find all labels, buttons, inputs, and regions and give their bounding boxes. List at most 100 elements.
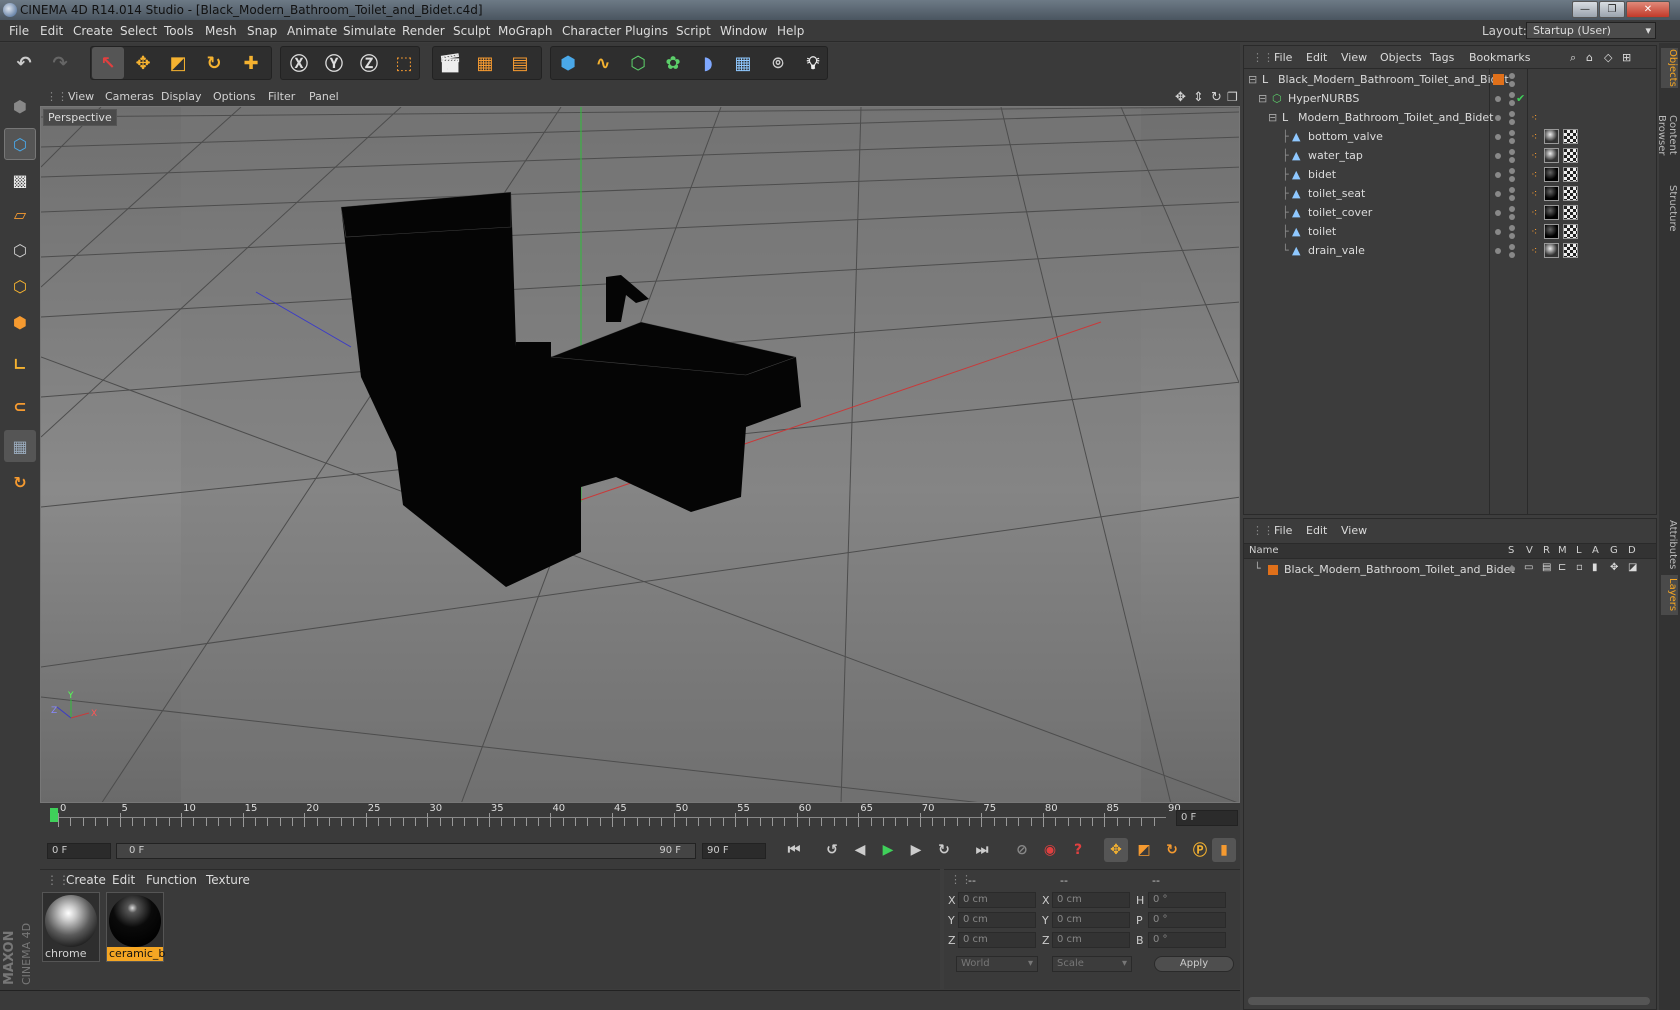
viewport-dolly-icon[interactable]: ⇕ — [1193, 90, 1204, 105]
object-row[interactable]: ├ ▲ bottom_valve ⁖ — [1244, 127, 1656, 147]
coordinate-system-button[interactable]: ⬚ — [388, 47, 420, 79]
deformer-button[interactable]: ◗ — [692, 47, 724, 79]
end-frame-field[interactable]: 90 F — [702, 843, 766, 859]
texture-tag-icon[interactable] — [1563, 243, 1578, 258]
viewport-pan-icon[interactable]: ✥ — [1175, 90, 1186, 105]
polygon-mode-button[interactable]: ⬢ — [4, 306, 36, 338]
go-to-start-button[interactable]: ⏮ — [782, 838, 806, 862]
current-frame-field[interactable]: 0 F — [1176, 810, 1238, 826]
viewport-menu-display[interactable]: Display — [161, 90, 202, 103]
menu-animate[interactable]: Animate — [287, 24, 337, 38]
make-editable-button[interactable]: ⬢ — [4, 90, 36, 122]
material-swatch-ceramic-b[interactable]: ceramic_b — [106, 892, 165, 962]
texture-tag-icon[interactable] — [1563, 205, 1578, 220]
texture-tag-icon[interactable] — [1563, 186, 1578, 201]
object-row[interactable]: ⊟ ᒪ Modern_Bathroom_Toilet_and_Bidet ⁖ — [1244, 108, 1656, 128]
menu-tools[interactable]: Tools — [164, 24, 194, 38]
object-row[interactable]: ├ ▲ toilet_cover ⁖ — [1244, 203, 1656, 223]
render-settings-button[interactable]: ▤ — [504, 47, 536, 79]
tab-content-browser[interactable]: Content Browser — [1656, 95, 1678, 175]
x-axis-lock-button[interactable]: Ⓧ — [283, 47, 315, 79]
key-scale-button[interactable]: ◩ — [1132, 838, 1156, 862]
rot-h-field[interactable]: 0 ° — [1148, 892, 1226, 908]
workplane-mode-button[interactable]: ▱ — [4, 198, 36, 230]
viewport-menu-options[interactable]: Options — [213, 90, 255, 103]
viewport-menu-panel[interactable]: Panel — [309, 90, 339, 103]
material-tag-icon[interactable] — [1544, 148, 1559, 163]
layer-row[interactable]: └ Black_Modern_Bathroom_Toilet_and_Bidet… — [1244, 561, 1656, 579]
key-parameter-button[interactable]: Ⓟ — [1188, 838, 1212, 862]
floor-button[interactable]: ▦ — [727, 47, 759, 79]
texture-tag-icon[interactable] — [1563, 148, 1578, 163]
object-menu-file[interactable]: File — [1274, 51, 1292, 64]
texture-tag-icon[interactable] — [1563, 167, 1578, 182]
material-menu-create[interactable]: Create — [66, 873, 106, 887]
material-menu-texture[interactable]: Texture — [206, 873, 250, 887]
phong-tag-icon[interactable]: ⁖ — [1531, 187, 1537, 200]
size-y-field[interactable]: 0 cm — [1052, 912, 1130, 928]
render-picture-viewer-button[interactable]: ▦ — [469, 47, 501, 79]
phong-tag-icon[interactable]: ⁖ — [1531, 168, 1537, 181]
camera-button[interactable]: ⌾ — [762, 47, 794, 79]
start-frame-field[interactable]: 0 F — [47, 843, 111, 859]
layer-color-swatch[interactable] — [1268, 565, 1278, 575]
layer-render-icon[interactable]: ▤ — [1542, 562, 1551, 573]
layer-menu-edit[interactable]: Edit — [1306, 524, 1327, 537]
object-row[interactable]: ⊟ ⬡ HyperNURBS ✔ — [1244, 89, 1656, 109]
menu-simulate[interactable]: Simulate — [343, 24, 396, 38]
material-tag-icon[interactable] — [1544, 167, 1559, 182]
object-row[interactable]: ├ ▲ bidet ⁖ — [1244, 165, 1656, 185]
redo-button[interactable]: ↷ — [44, 47, 76, 79]
object-menu-objects[interactable]: Objects — [1380, 51, 1422, 64]
timeline-scheme-button[interactable]: ▮ — [1212, 838, 1236, 862]
tab-layers[interactable]: Layers — [1661, 575, 1678, 615]
size-mode-select[interactable]: Scale ▾ — [1052, 956, 1132, 972]
layer-view-icon[interactable]: ▭ — [1524, 562, 1533, 573]
layer-generator-icon[interactable]: ✥ — [1610, 562, 1618, 573]
workplane-lock-button[interactable]: ▦ — [4, 430, 36, 462]
object-menu-tags[interactable]: Tags — [1430, 51, 1454, 64]
layer-deformer-icon[interactable]: ◪ — [1628, 562, 1637, 573]
record-keys-button[interactable]: ⊘ — [1010, 838, 1034, 862]
rotate-tool-button[interactable]: ↻ — [198, 47, 230, 79]
viewport-menu-cameras[interactable]: Cameras — [105, 90, 154, 103]
material-tag-icon[interactable] — [1544, 224, 1559, 239]
tab-structure[interactable]: Structure — [1661, 183, 1678, 233]
layout-select[interactable]: Startup (User) ▾ — [1526, 22, 1656, 39]
material-tag-icon[interactable] — [1544, 129, 1559, 144]
rot-b-field[interactable]: 0 ° — [1148, 932, 1226, 948]
pos-x-field[interactable]: 0 cm — [958, 892, 1036, 908]
timeline-ruler[interactable]: 0 5 10 15 20 25 30 35 40 45 50 55 60 65 70 75 80 85 90 0 F — [40, 803, 1240, 833]
next-frame-button[interactable]: ▶ — [904, 838, 928, 862]
layer-menu-file[interactable]: File — [1274, 524, 1292, 537]
viewport-rotate-icon[interactable]: ↻ — [1211, 90, 1222, 105]
point-mode-button[interactable]: ⬡ — [4, 234, 36, 266]
axis-mode-button[interactable]: ∟ — [4, 348, 36, 380]
previous-frame-button[interactable]: ◀ — [848, 838, 872, 862]
maximize-button[interactable]: ❐ — [1599, 1, 1625, 18]
phong-tag-icon[interactable]: ⁖ — [1531, 130, 1537, 143]
search-icon[interactable]: ⌕ — [1570, 51, 1576, 65]
subdivision-button[interactable]: ⬡ — [622, 47, 654, 79]
rot-p-field[interactable]: 0 ° — [1148, 912, 1226, 928]
object-row[interactable]: └ ▲ drain_vale ⁖ — [1244, 241, 1656, 261]
frame-range-slider[interactable]: 0 F 90 F — [116, 843, 696, 859]
edge-mode-button[interactable]: ⬡ — [4, 270, 36, 302]
enabled-check-icon[interactable]: ✔ — [1516, 92, 1525, 105]
playhead[interactable] — [50, 808, 58, 822]
menu-sculpt[interactable]: Sculpt — [453, 24, 490, 38]
size-z-field[interactable]: 0 cm — [1052, 932, 1130, 948]
spline-button[interactable]: ∿ — [587, 47, 619, 79]
auto-key-button[interactable]: ◉ — [1038, 838, 1062, 862]
material-tag-icon[interactable] — [1544, 243, 1559, 258]
key-rotation-button[interactable]: ↻ — [1160, 838, 1184, 862]
coordinate-mode-select[interactable]: World ▾ — [956, 956, 1038, 972]
previous-key-button[interactable]: ↺ — [820, 838, 844, 862]
layer-animation-icon[interactable]: ▮ — [1592, 562, 1598, 573]
texture-mode-button[interactable]: ▩ — [4, 164, 36, 196]
scale-tool-button[interactable]: ◩ — [162, 47, 194, 79]
material-swatch-chrome[interactable]: chrome — [42, 892, 100, 962]
menu-create[interactable]: Create — [73, 24, 113, 38]
menu-window[interactable]: Window — [720, 24, 767, 38]
viewport-maximize-icon[interactable]: ❐ — [1227, 90, 1238, 104]
